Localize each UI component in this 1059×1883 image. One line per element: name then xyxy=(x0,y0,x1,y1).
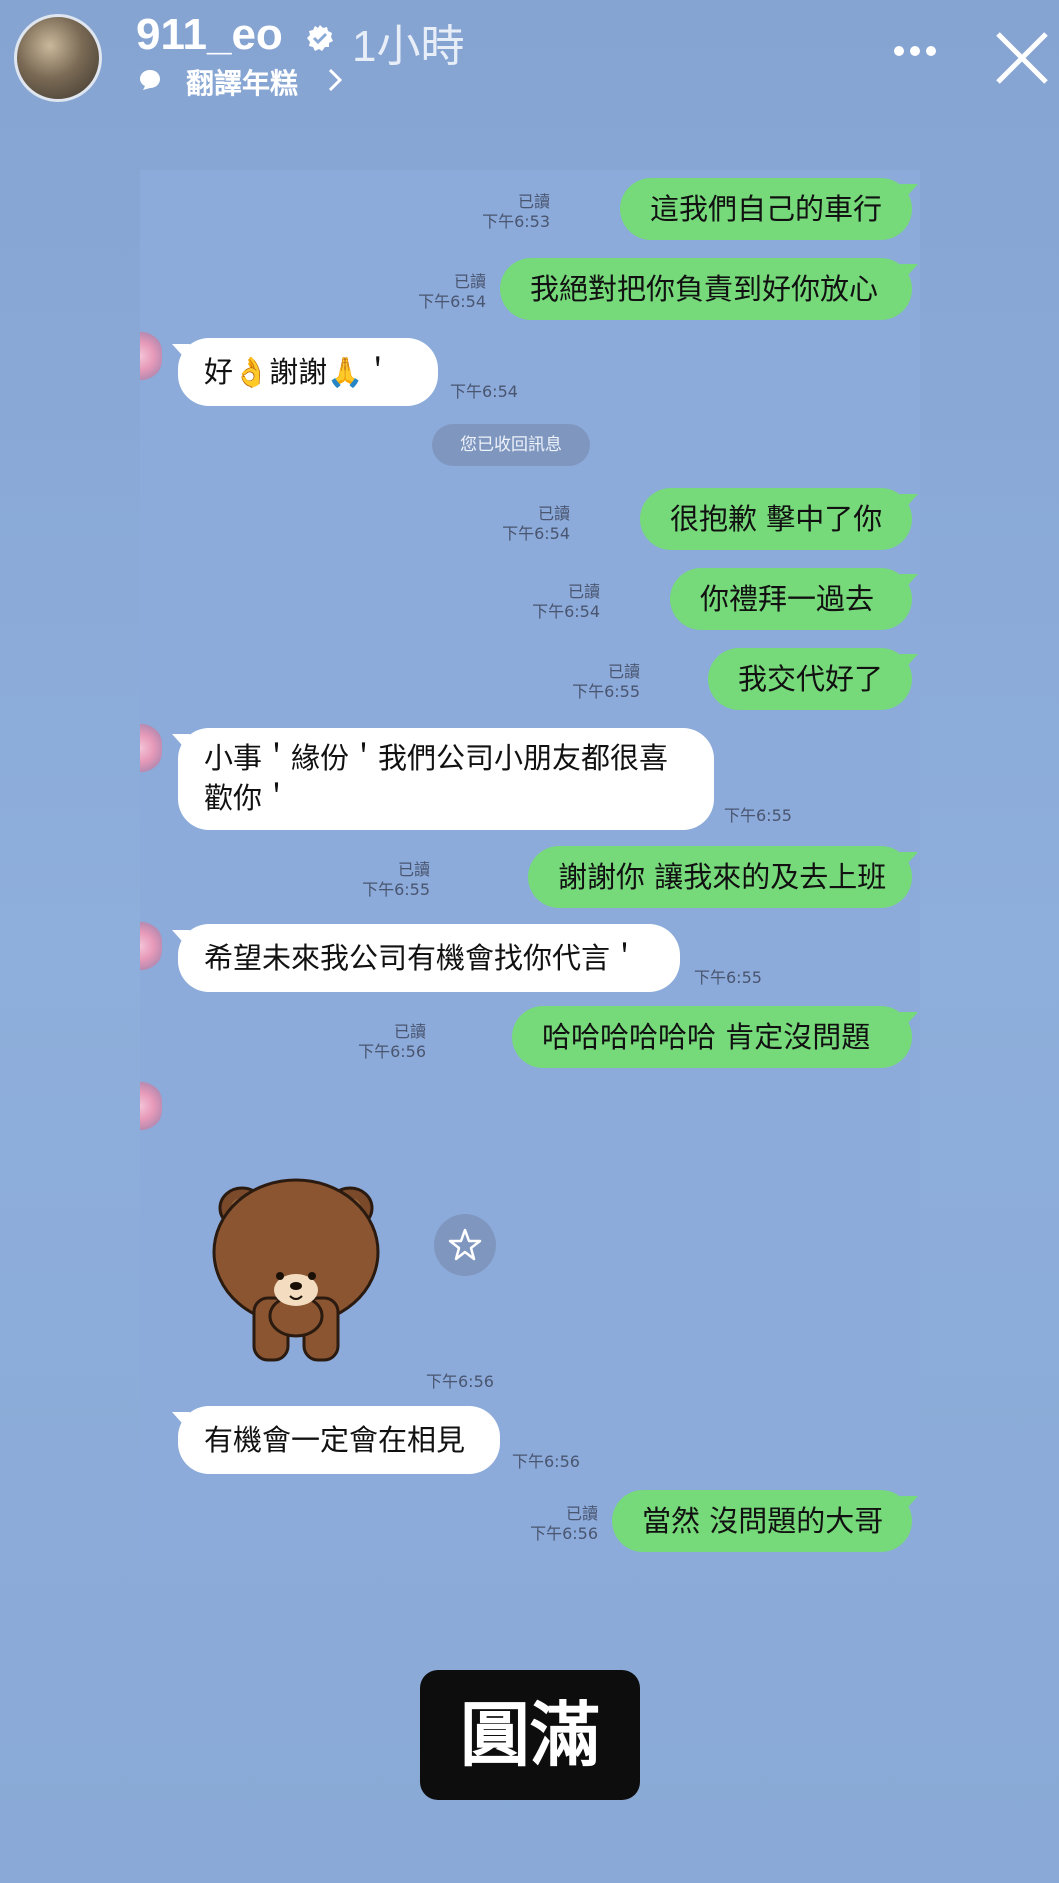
incoming-message: 小事＇緣份＇我們公司小朋友都很喜 歡你＇ xyxy=(178,728,714,830)
message-line: 歡你＇ xyxy=(204,781,292,815)
story-header: 911_eo 1小時 翻譯年糕 xyxy=(0,0,1059,120)
more-options-icon[interactable] xyxy=(892,44,938,58)
incoming-message: 有機會一定會在相見 xyxy=(178,1406,500,1474)
outgoing-message: 我絕對把你負責到好你放心 xyxy=(500,258,912,320)
friend-avatar[interactable] xyxy=(140,722,162,774)
message-meta: 已讀 下午6:56 xyxy=(358,1022,426,1061)
message-line: 小事＇緣份＇我們公司小朋友都很喜 xyxy=(204,741,669,775)
brown-bear-sticker-icon xyxy=(212,1178,380,1362)
message-meta: 已讀 下午6:53 xyxy=(482,192,550,231)
message-meta: 已讀 下午6:56 xyxy=(530,1504,598,1543)
incoming-message: 希望未來我公司有機會找你代言＇ xyxy=(178,924,680,992)
outgoing-message: 你禮拜一過去 xyxy=(670,568,912,630)
outgoing-message: 這我們自己的車行 xyxy=(620,178,912,240)
outgoing-message: 哈哈哈哈哈哈 肯定沒問題 xyxy=(512,1006,912,1068)
message-time: 下午6:56 xyxy=(426,1372,494,1391)
outgoing-message: 我交代好了 xyxy=(708,648,912,710)
verified-badge-icon xyxy=(307,25,333,51)
post-time: 1小時 xyxy=(352,22,465,71)
favorite-sticker-button[interactable] xyxy=(434,1214,496,1276)
outgoing-message: 當然 沒問題的大哥 xyxy=(612,1490,912,1552)
message-meta: 已讀 下午6:54 xyxy=(418,272,486,311)
message-meta: 已讀 下午6:55 xyxy=(572,662,640,701)
star-icon xyxy=(448,1228,482,1261)
incoming-message: 好👌謝謝🙏＇ xyxy=(178,338,438,406)
friend-avatar[interactable] xyxy=(140,330,162,382)
outgoing-message: 謝謝你 讓我來的及去上班 xyxy=(528,846,912,908)
message-meta: 已讀 下午6:54 xyxy=(502,504,570,543)
message-time: 下午6:54 xyxy=(450,382,518,401)
close-icon[interactable] xyxy=(994,30,1050,86)
profile-avatar[interactable] xyxy=(14,14,102,102)
chat-screenshot: 已讀 下午6:53 這我們自己的車行 已讀 下午6:54 我絕對把你負責到好你放心 … xyxy=(140,170,920,1560)
recall-notice: 您已收回訊息 xyxy=(432,424,590,466)
message-time: 下午6:56 xyxy=(512,1452,580,1471)
story-subtitle-link[interactable]: 翻譯年糕 xyxy=(186,62,298,102)
friend-avatar[interactable] xyxy=(140,920,162,972)
outgoing-message: 很抱歉 擊中了你 xyxy=(640,488,912,550)
message-meta: 已讀 下午6:55 xyxy=(362,860,430,899)
message-time: 下午6:55 xyxy=(694,968,762,987)
message-meta: 已讀 下午6:54 xyxy=(532,582,600,621)
username[interactable]: 911_eo xyxy=(136,10,283,60)
friend-avatar[interactable] xyxy=(140,1080,162,1132)
chat-bubble-icon xyxy=(140,70,160,90)
story-caption: 圓滿 xyxy=(420,1670,640,1800)
message-time: 下午6:55 xyxy=(724,806,792,825)
chevron-right-icon xyxy=(328,68,343,92)
